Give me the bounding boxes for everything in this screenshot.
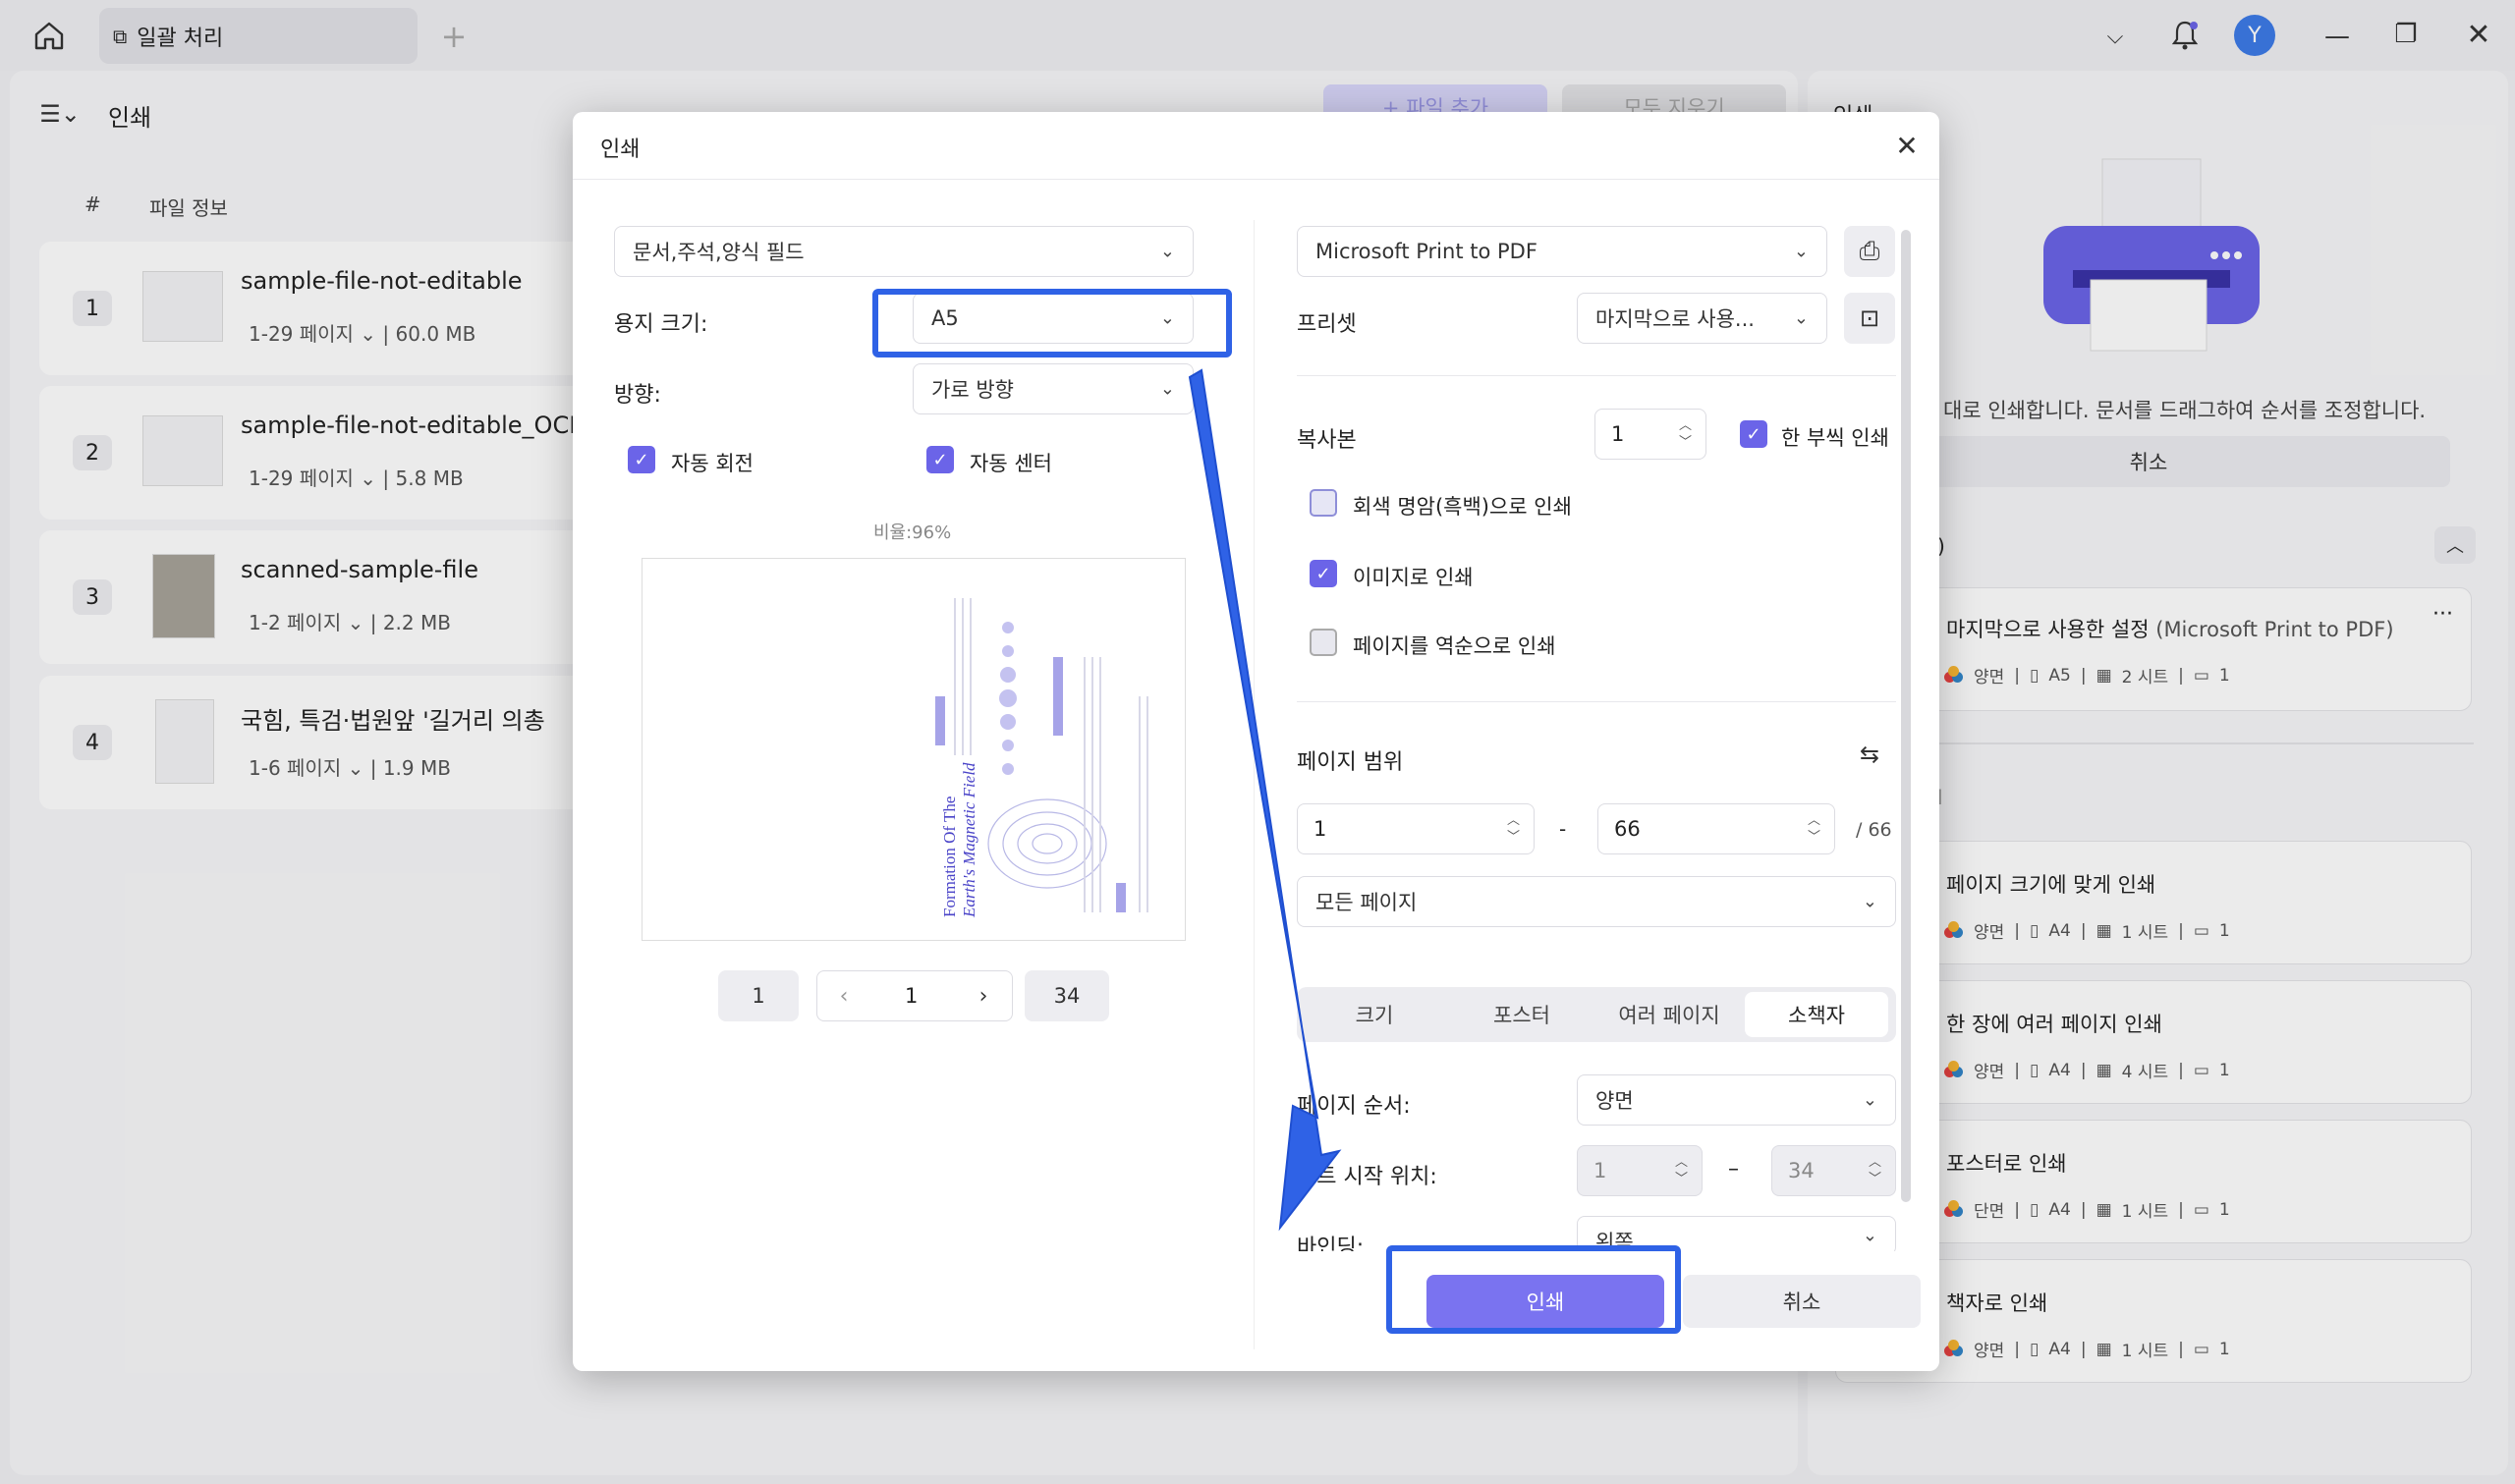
print-dialog: 인쇄 ✕ 문서,주석,양식 필드 ⌄ 용지 크기: A5 ⌄ 방향: 가로 방향 ⌄ … [573,112,1939,1371]
annotation-arrow [1188,368,1342,1232]
